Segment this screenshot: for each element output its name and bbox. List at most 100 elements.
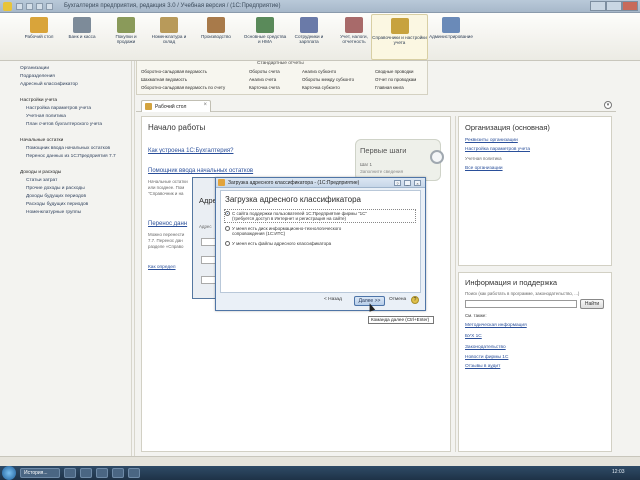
nav-deferred-expenses[interactable]: Расходы будущих периодов bbox=[26, 202, 88, 207]
back-dialog-label: Адрес bbox=[199, 224, 212, 229]
start-text: разделе «Справо bbox=[148, 244, 184, 249]
home-icon[interactable] bbox=[36, 3, 43, 10]
start-icon[interactable] bbox=[2, 466, 16, 480]
submenu-item[interactable]: Анализ субконто bbox=[302, 69, 336, 74]
submenu-item[interactable]: Оборотно-сальдовая ведомость bbox=[141, 69, 207, 74]
nav-transfer-77[interactable]: Перенос данных из 1С:Предприятия 7.7 bbox=[26, 154, 116, 159]
submenu-item[interactable]: Отчет по проводкам bbox=[375, 77, 416, 82]
admin-icon bbox=[442, 17, 460, 33]
ribbon-section[interactable]: Рабочий стол bbox=[18, 14, 60, 60]
submenu-item[interactable]: Оборотно-сальдовая ведомость по счету bbox=[141, 85, 225, 90]
link-transfer[interactable]: Перенос данн bbox=[148, 221, 187, 227]
cancel-button[interactable]: Отмена bbox=[389, 297, 406, 302]
taskbar-app-icon[interactable] bbox=[96, 468, 108, 478]
dialog-header-text: Загрузка адресного классификатора - (1С:… bbox=[228, 180, 360, 186]
nav-cost-items[interactable]: Статьи затрат bbox=[26, 178, 57, 183]
minimize-icon[interactable]: _ bbox=[404, 180, 411, 186]
help-icon[interactable]: ? bbox=[411, 296, 419, 304]
submenu-item[interactable]: Главная книга bbox=[375, 85, 404, 90]
nav-accounting-params[interactable]: Настройка параметров учета bbox=[26, 106, 91, 111]
taskbar-app-icon[interactable] bbox=[128, 468, 140, 478]
taskbar-app-icon[interactable] bbox=[112, 468, 124, 478]
nav-address-classifier[interactable]: Адресный классификатор bbox=[20, 82, 78, 87]
option-files[interactable]: У меня есть файлы адресного классификато… bbox=[225, 241, 331, 246]
ribbon-section[interactable]: Банк и касса bbox=[62, 14, 102, 60]
back-button[interactable]: < Назад bbox=[324, 297, 342, 302]
see-also: См. также: bbox=[465, 313, 487, 318]
link-method-info[interactable]: Методическая информация bbox=[465, 323, 527, 328]
link-accounting-params[interactable]: Настройка параметров учета bbox=[465, 147, 530, 152]
link-buh[interactable]: БУХ 1С bbox=[465, 334, 482, 339]
submenu-item[interactable]: Шахматная ведомость bbox=[141, 77, 187, 82]
nav-accounting-policy[interactable]: Учетная политика bbox=[26, 114, 66, 119]
radio-icon[interactable] bbox=[225, 226, 230, 231]
org-title: Организация (основная) bbox=[465, 123, 550, 132]
ribbon-section[interactable]: Производство bbox=[192, 14, 240, 60]
submenu-item[interactable]: Карточка счета bbox=[249, 85, 280, 90]
link-reviews[interactable]: Отзывы в аудит bbox=[465, 364, 500, 369]
warehouse-icon bbox=[160, 17, 178, 33]
first-steps-bubble[interactable]: Первые шаги Шаг 1 Заполните сведения bbox=[355, 139, 444, 181]
chevron-down-icon[interactable]: ▾ bbox=[604, 101, 612, 109]
option-label: У меня есть диск информационно-технологи… bbox=[232, 226, 342, 236]
ribbon-section[interactable]: Справочники и настройки учета bbox=[371, 14, 428, 60]
ribbon-label: Покупки и продажи bbox=[115, 34, 137, 44]
bubble-step: Шаг 1 bbox=[360, 162, 373, 167]
search-input[interactable] bbox=[465, 300, 577, 308]
ribbon-section[interactable]: Номенклатура и склад bbox=[145, 14, 193, 60]
link-news[interactable]: Новости фирмы 1С bbox=[465, 355, 508, 360]
taskbar-history[interactable]: История... bbox=[20, 468, 60, 478]
tab-desktop[interactable]: Рабочий стол × bbox=[141, 100, 211, 112]
submenu-item[interactable]: Обороты между субконто bbox=[302, 77, 354, 82]
factory-icon bbox=[207, 17, 225, 33]
back-icon[interactable] bbox=[16, 3, 23, 10]
window-title: Бухгалтерия предприятия, редакция 3.0 / … bbox=[64, 3, 281, 9]
close-icon[interactable]: × bbox=[414, 180, 421, 186]
radio-selected-icon[interactable] bbox=[225, 211, 230, 216]
bubble-title: Первые шаги bbox=[360, 146, 407, 155]
taskbar-app-icon[interactable] bbox=[80, 468, 92, 478]
search-button[interactable]: Найти bbox=[580, 299, 604, 309]
forward-icon[interactable] bbox=[26, 3, 33, 10]
link-how-define[interactable]: Как определ bbox=[148, 265, 176, 270]
ribbon-label: Сотрудники и зарплата bbox=[294, 34, 324, 44]
radio-icon[interactable] bbox=[225, 241, 230, 246]
nav-deferred-income[interactable]: Доходы будущих периодов bbox=[26, 194, 86, 199]
submenu-item[interactable]: Анализ счета bbox=[249, 77, 276, 82]
close-button[interactable] bbox=[622, 1, 638, 11]
ribbon-section[interactable]: Покупки и продажи bbox=[106, 14, 146, 60]
nav-group-settings: Настройки учета bbox=[20, 98, 58, 103]
bubble-subtext: Заполните сведения bbox=[360, 169, 404, 174]
nav-chart-of-accounts[interactable]: План счетов бухгалтерского учета bbox=[26, 122, 102, 127]
org-policy-text: Учетная политика bbox=[465, 156, 502, 161]
link-law[interactable]: Законодательство bbox=[465, 345, 506, 350]
link-all-orgs[interactable]: Все организации bbox=[465, 166, 503, 171]
nav-departments[interactable]: Подразделения bbox=[20, 74, 55, 79]
nav-opening-wizard[interactable]: Помощник ввода начальных остатков bbox=[26, 146, 110, 151]
reports-icon bbox=[345, 17, 363, 33]
ribbon-section[interactable]: Администрирование bbox=[422, 14, 480, 60]
option-its-disk[interactable]: У меня есть диск информационно-технологи… bbox=[225, 226, 341, 236]
close-tab-icon[interactable]: × bbox=[203, 102, 207, 108]
link-org-details[interactable]: Реквизиты организации bbox=[465, 138, 518, 143]
link-how-it-works[interactable]: Как устроена 1С:Бухгалтерия? bbox=[148, 148, 233, 154]
nav-other-income[interactable]: Прочие доходы и расходы bbox=[26, 186, 85, 191]
submenu-item[interactable]: Карточка субконто bbox=[302, 85, 340, 90]
link-opening-wizard[interactable]: Помощник ввода начальных остатков bbox=[148, 168, 253, 174]
option-website[interactable]: С сайта поддержки пользователей 1С:Предп… bbox=[225, 211, 367, 221]
ribbon-label: Справочники и настройки учета bbox=[372, 35, 427, 45]
ribbon-section[interactable]: Основные средства и НМА bbox=[243, 14, 287, 60]
taskbar-app-icon[interactable] bbox=[64, 468, 76, 478]
submenu-item[interactable]: Сводные проводки bbox=[375, 69, 413, 74]
nav-organizations[interactable]: Организации bbox=[20, 66, 49, 71]
submenu-item[interactable]: Обороты счета bbox=[249, 69, 280, 74]
nav-product-groups[interactable]: Номенклатурные группы bbox=[26, 210, 81, 215]
ribbon-section[interactable]: Сотрудники и зарплата bbox=[287, 14, 331, 60]
start-text: Можно перенести bbox=[148, 232, 185, 237]
maximize-button[interactable] bbox=[606, 1, 622, 11]
help-icon[interactable]: ? bbox=[394, 180, 401, 186]
start-title: Начало работы bbox=[148, 123, 206, 132]
bank-icon bbox=[73, 17, 91, 33]
history-icon[interactable] bbox=[46, 3, 53, 10]
minimize-button[interactable] bbox=[590, 1, 606, 11]
